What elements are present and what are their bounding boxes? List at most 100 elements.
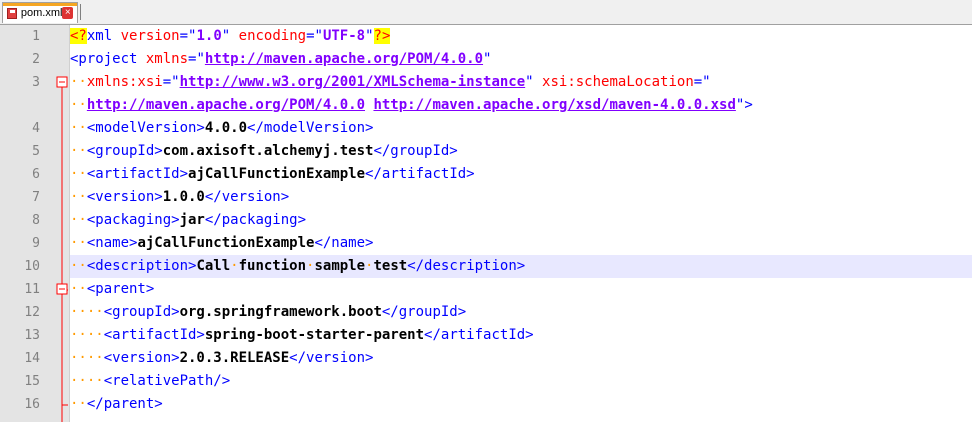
code-line[interactable]: 16 ··</parent> bbox=[0, 393, 972, 416]
token-txt: 1.0.0 bbox=[162, 189, 205, 205]
token-txt: spring-boot-starter-parent bbox=[204, 327, 425, 343]
token-tag: =" bbox=[179, 28, 197, 44]
line-number: 15 bbox=[24, 374, 40, 389]
token-ws: ·· bbox=[70, 97, 87, 113]
token-tag: </packaging> bbox=[204, 212, 307, 228]
token-tag: <version> bbox=[86, 189, 163, 205]
code-line[interactable]: 14 ····<version>2.0.3.RELEASE</version> bbox=[0, 347, 972, 370]
code-text[interactable]: ··<version>1.0.0</version> bbox=[70, 186, 972, 209]
code-line[interactable]: 4 ··<modelVersion>4.0.0</modelVersion> bbox=[0, 117, 972, 140]
token-tag: " bbox=[365, 28, 374, 44]
token-tag: " bbox=[221, 28, 231, 44]
token-val: UTF-8 bbox=[322, 28, 366, 44]
token-ws: ·· bbox=[70, 189, 87, 205]
token-valu: http://www.w3.org/2001/XMLSchema-instanc… bbox=[179, 74, 526, 90]
code-line[interactable]: 10 ··<description>Call·function·sample·te… bbox=[0, 255, 972, 278]
token-tag: </version> bbox=[289, 350, 374, 366]
token-tag: =" bbox=[188, 51, 205, 67]
token-attr: xmlns bbox=[145, 51, 189, 67]
token-tag: <artifactId> bbox=[86, 166, 189, 182]
token-tag: </artifactId> bbox=[424, 327, 534, 343]
code-text[interactable]: ··<parent> bbox=[70, 278, 972, 301]
code-text[interactable]: ····<version>2.0.3.RELEASE</version> bbox=[70, 347, 972, 370]
token-tag: <artifactId> bbox=[103, 327, 205, 343]
code-line[interactable]: 15 ····<relativePath/> bbox=[0, 370, 972, 393]
line-number: 7 bbox=[32, 190, 40, 205]
token-tag: </description> bbox=[407, 258, 526, 274]
code-line[interactable]: 6 ··<artifactId>ajCallFunctionExample</ar… bbox=[0, 163, 972, 186]
token-ws: ···· bbox=[70, 350, 104, 366]
token-tag: <modelVersion> bbox=[86, 120, 205, 136]
code-line[interactable]: 12 ····<groupId>org.springframework.boot<… bbox=[0, 301, 972, 324]
code-text[interactable]: ····<groupId>org.springframework.boot</g… bbox=[70, 301, 972, 324]
code-text[interactable]: ··xmlns:xsi="http://www.w3.org/2001/XMLS… bbox=[70, 71, 972, 94]
code-text[interactable]: ··<packaging>jar</packaging> bbox=[70, 209, 972, 232]
token-tag: </groupId> bbox=[381, 304, 467, 320]
line-number: 6 bbox=[32, 167, 40, 182]
line-number: 1 bbox=[32, 29, 40, 44]
token-txt: 2.0.3.RELEASE bbox=[179, 350, 290, 366]
token-tag: <version> bbox=[103, 350, 180, 366]
close-icon[interactable]: × bbox=[62, 7, 73, 19]
token-txt: jar bbox=[179, 212, 205, 228]
code-text[interactable]: ··<name>ajCallFunctionExample</name> bbox=[70, 232, 972, 255]
code-text[interactable]: ····<relativePath/> bbox=[70, 370, 972, 393]
token-attr: xsi:schemaLocation bbox=[542, 74, 694, 90]
token-attr: xmlns:xsi bbox=[86, 74, 163, 90]
token-ws: ·· bbox=[70, 166, 87, 182]
tab-pom-xml[interactable]: pom.xml × bbox=[2, 2, 78, 23]
token-ws bbox=[230, 28, 238, 44]
line-number: 13 bbox=[24, 328, 40, 343]
code-text[interactable]: ··</parent> bbox=[70, 393, 972, 416]
token-tag: <name> bbox=[86, 235, 138, 251]
token-tag: </artifactId> bbox=[365, 166, 475, 182]
code-text[interactable]: <?xml version="1.0" encoding="UTF-8"?> bbox=[70, 25, 972, 48]
code-line[interactable]: 1 <?xml version="1.0" encoding="UTF-8"?> bbox=[0, 25, 972, 48]
token-pi: ?> bbox=[373, 28, 391, 44]
token-ws: ···· bbox=[70, 373, 104, 389]
token-tag: </groupId> bbox=[373, 143, 458, 159]
line-number: 9 bbox=[32, 236, 40, 251]
token-valu: http://maven.apache.org/xsd/maven-4.0.0.… bbox=[373, 97, 736, 113]
token-tag: <parent> bbox=[86, 281, 155, 297]
token-ws: ·· bbox=[70, 74, 87, 90]
code-line[interactable]: 5 ··<groupId>com.axisoft.alchemyj.test</g… bbox=[0, 140, 972, 163]
code-text[interactable]: ··<description>Call·function·sample·test… bbox=[70, 255, 972, 278]
token-txt: test bbox=[373, 258, 408, 274]
token-valu: http://maven.apache.org/POM/4.0.0 bbox=[204, 51, 484, 67]
line-number: 8 bbox=[32, 213, 40, 228]
line-number: 11 bbox=[24, 282, 40, 297]
code-line[interactable]: 9 ··<name>ajCallFunctionExample</name> bbox=[0, 232, 972, 255]
token-ws: ·· bbox=[70, 120, 87, 136]
token-tag: <project bbox=[70, 51, 138, 67]
code-line[interactable]: 13 ····<artifactId>spring-boot-starter-pa… bbox=[0, 324, 972, 347]
line-number: 12 bbox=[24, 305, 40, 320]
code-line[interactable]: 11 ··<parent> bbox=[0, 278, 972, 301]
code-text[interactable]: ··<groupId>com.axisoft.alchemyj.test</gr… bbox=[70, 140, 972, 163]
token-ws: ·· bbox=[70, 235, 87, 251]
token-tag: </version> bbox=[204, 189, 290, 205]
line-number: 4 bbox=[32, 121, 40, 136]
code-text[interactable]: ····<artifactId>spring-boot-starter-pare… bbox=[70, 324, 972, 347]
code-line[interactable]: 7 ··<version>1.0.0</version> bbox=[0, 186, 972, 209]
code-text[interactable]: <project xmlns="http://maven.apache.org/… bbox=[70, 48, 972, 71]
code-editor[interactable]: 1 <?xml version="1.0" encoding="UTF-8"?> 2… bbox=[0, 25, 972, 422]
tab-label: pom.xml bbox=[20, 7, 63, 19]
code-text[interactable]: ··<artifactId>ajCallFunctionExample</art… bbox=[70, 163, 972, 186]
token-txt: Call bbox=[196, 258, 231, 274]
token-tag: " bbox=[483, 51, 492, 67]
code-line[interactable]: ··http://maven.apache.org/POM/4.0.0 http… bbox=[0, 94, 972, 117]
token-tag: xml bbox=[86, 28, 113, 44]
token-tag: </modelVersion> bbox=[247, 120, 374, 136]
token-tag: <groupId> bbox=[103, 304, 180, 320]
token-txt: com.axisoft.alchemyj.test bbox=[162, 143, 374, 159]
code-text[interactable]: ··<modelVersion>4.0.0</modelVersion> bbox=[70, 117, 972, 140]
code-line[interactable]: 3 ··xmlns:xsi="http://www.w3.org/2001/XML… bbox=[0, 71, 972, 94]
code-line[interactable]: 8 ··<packaging>jar</packaging> bbox=[0, 209, 972, 232]
code-text[interactable]: ··http://maven.apache.org/POM/4.0.0 http… bbox=[70, 94, 972, 117]
code-line[interactable]: 2 <project xmlns="http://maven.apache.org… bbox=[0, 48, 972, 71]
token-ws: ·· bbox=[70, 212, 87, 228]
token-txt: ajCallFunctionExample bbox=[188, 166, 366, 182]
token-tag: </parent> bbox=[86, 396, 163, 412]
token-tag: <groupId> bbox=[86, 143, 163, 159]
